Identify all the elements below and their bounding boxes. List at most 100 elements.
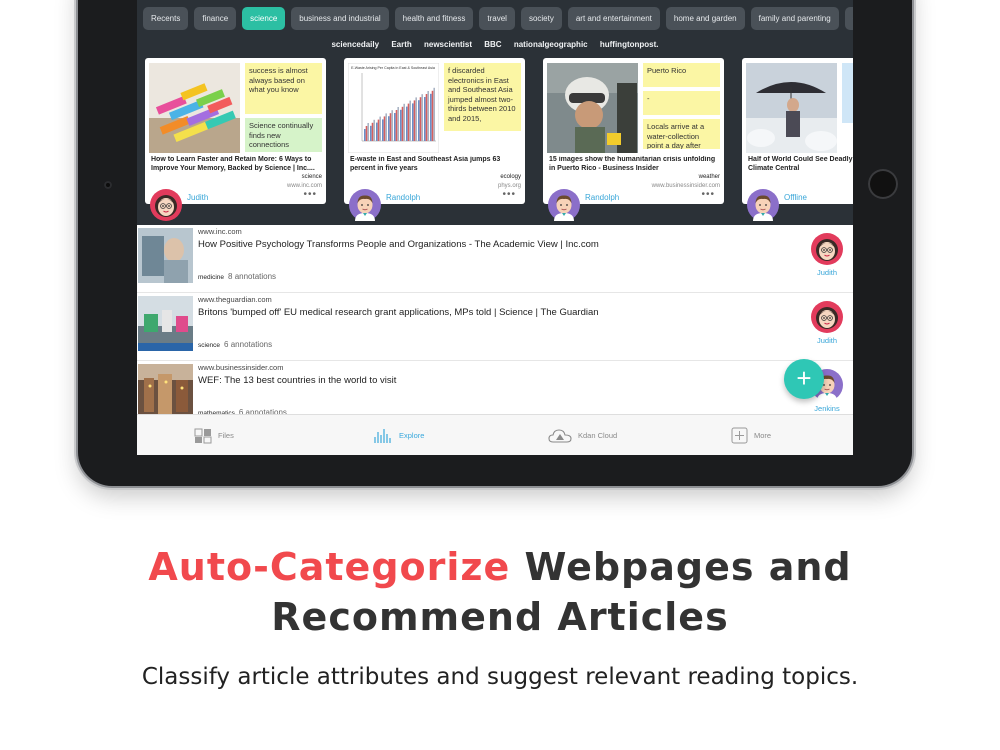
chart-bar <box>385 113 387 141</box>
category-tag: weather <box>698 174 720 180</box>
chart-title: E-Waste Arising Per Capita in East & Sou… <box>351 66 435 70</box>
row-user-name[interactable]: Judith <box>805 336 849 345</box>
more-options-icon[interactable]: ••• <box>701 189 715 200</box>
article-thumbnail <box>149 63 240 153</box>
article-card[interactable]: Puerto Rico - Locals arrive at a water-c… <box>543 58 724 204</box>
tab-explore[interactable]: Explore <box>373 415 424 455</box>
explore-header: Recents finance science business and ind… <box>137 0 853 225</box>
article-thumbnail: E-Waste Arising Per Capita in East & Sou… <box>348 63 439 153</box>
article-thumbnail <box>138 228 193 283</box>
source-link[interactable]: BBC <box>484 40 501 49</box>
chart-bar <box>376 122 378 141</box>
card-user-name[interactable]: Randolph <box>585 193 619 202</box>
chart-bar <box>403 103 405 141</box>
avatar[interactable] <box>150 189 182 221</box>
category-tag: science <box>301 174 322 180</box>
avatar[interactable] <box>548 189 580 221</box>
article-meta: medicine 8 annotations <box>198 272 276 281</box>
chart-bar <box>371 122 374 141</box>
chart-bar <box>406 106 408 141</box>
article-domain: www.inc.com <box>198 227 242 236</box>
annotation-note: Puerto Rico <box>643 63 720 87</box>
category-chip-travel[interactable]: travel <box>479 7 515 30</box>
card-user-name[interactable]: Randolph <box>386 193 420 202</box>
chart-bar <box>394 113 396 141</box>
source-link[interactable]: Earth <box>391 40 411 49</box>
chart-bar <box>367 123 369 141</box>
article-meta: science 6 annotations <box>198 340 272 349</box>
chart-bar <box>430 93 432 141</box>
tab-more[interactable]: More <box>731 415 771 455</box>
article-card[interactable]: E-Waste Arising Per Capita in East & Sou… <box>344 58 525 204</box>
chart-bar <box>425 94 428 141</box>
chart-bar <box>391 110 393 141</box>
chart-bar <box>364 129 366 141</box>
annotation-note: success is almost always based on what y… <box>245 63 322 114</box>
chart-bar <box>383 116 386 141</box>
more-options-icon[interactable]: ••• <box>502 189 516 200</box>
category-chip-art[interactable]: art and entertainment <box>567 7 660 30</box>
headline-text-line2: Recommend Articles <box>271 595 729 639</box>
chart-bar <box>419 97 422 141</box>
tab-kdan-cloud[interactable]: Kdan Cloud <box>548 415 617 455</box>
source-link[interactable]: nationalgeographic <box>514 40 588 49</box>
chart-bar <box>389 113 392 141</box>
category-bar: Recents finance science business and ind… <box>143 7 853 30</box>
list-item[interactable]: www.inc.com How Positive Psychology Tran… <box>137 225 853 293</box>
chart-bar <box>400 109 402 141</box>
article-card[interactable]: Half of World Could See Deadly Heat by 2… <box>742 58 853 204</box>
app-screen: Recents finance science business and ind… <box>137 0 853 455</box>
card-user-name[interactable]: Judith <box>187 193 208 202</box>
category-chip-recents[interactable]: Recents <box>143 7 189 30</box>
chart-bar <box>415 97 417 141</box>
source-link[interactable]: newscientist <box>424 40 472 49</box>
category-chip-education[interactable]: ed <box>844 7 853 30</box>
category-chip-business[interactable]: business and industrial <box>291 7 389 30</box>
card-user-name[interactable]: Offline <box>784 193 807 202</box>
avatar[interactable] <box>747 189 779 221</box>
annotation-note: Science continually finds new connection… <box>245 118 322 152</box>
chart-bar <box>407 103 410 141</box>
add-button[interactable]: + <box>784 359 824 399</box>
category-chip-society[interactable]: society <box>520 7 562 30</box>
more-options-icon[interactable]: ••• <box>303 189 317 200</box>
category-chip-health[interactable]: health and fitness <box>394 7 474 30</box>
chart-bar <box>424 97 426 141</box>
article-title[interactable]: How Positive Psychology Transforms Peopl… <box>198 239 778 250</box>
tab-label: More <box>754 431 772 440</box>
source-link[interactable]: sciencedaily <box>331 40 379 49</box>
chart-bar <box>427 91 429 141</box>
home-button[interactable] <box>868 169 898 199</box>
chart-bar <box>412 103 414 141</box>
source-links: sciencedaily Earth newscientist BBC nati… <box>137 40 853 49</box>
article-domain: www.businessinsider.com <box>198 363 284 372</box>
tab-files[interactable]: Files <box>194 415 234 455</box>
category-chip-family[interactable]: family and parenting <box>750 7 839 30</box>
avatar[interactable] <box>811 233 843 265</box>
annotation-count: 6 annotations <box>224 340 273 349</box>
article-title: Half of World Could See Deadly Heat by 2… <box>748 156 853 172</box>
list-item[interactable]: www.theguardian.com Britons 'bumped off'… <box>137 293 853 361</box>
avatar[interactable] <box>811 301 843 333</box>
row-user-name[interactable]: Jenkins <box>805 404 849 413</box>
annotation-note: f discarded electronics in East and Sout… <box>444 63 521 131</box>
chart-bar <box>409 100 411 141</box>
article-title[interactable]: WEF: The 13 best countries in the world … <box>198 375 778 386</box>
article-title[interactable]: Britons 'bumped off' EU medical research… <box>198 307 778 318</box>
category-tag: science <box>198 342 221 349</box>
category-chip-finance[interactable]: finance <box>194 7 237 30</box>
category-chip-home[interactable]: home and garden <box>665 7 745 30</box>
row-user-name[interactable]: Judith <box>805 268 849 277</box>
explore-icon <box>374 428 391 443</box>
tab-label: Kdan Cloud <box>578 431 618 440</box>
chart-bar <box>373 119 375 141</box>
article-card[interactable]: success is almost always based on what y… <box>145 58 326 204</box>
chart-bar <box>413 100 416 141</box>
chart-bar <box>388 116 390 141</box>
chart-bar <box>365 126 368 141</box>
category-chip-science[interactable]: science <box>242 7 286 30</box>
avatar[interactable] <box>349 189 381 221</box>
chart-bar <box>397 107 399 141</box>
cloud-icon <box>548 428 572 443</box>
source-link[interactable]: huffingtonpost. <box>600 40 659 49</box>
